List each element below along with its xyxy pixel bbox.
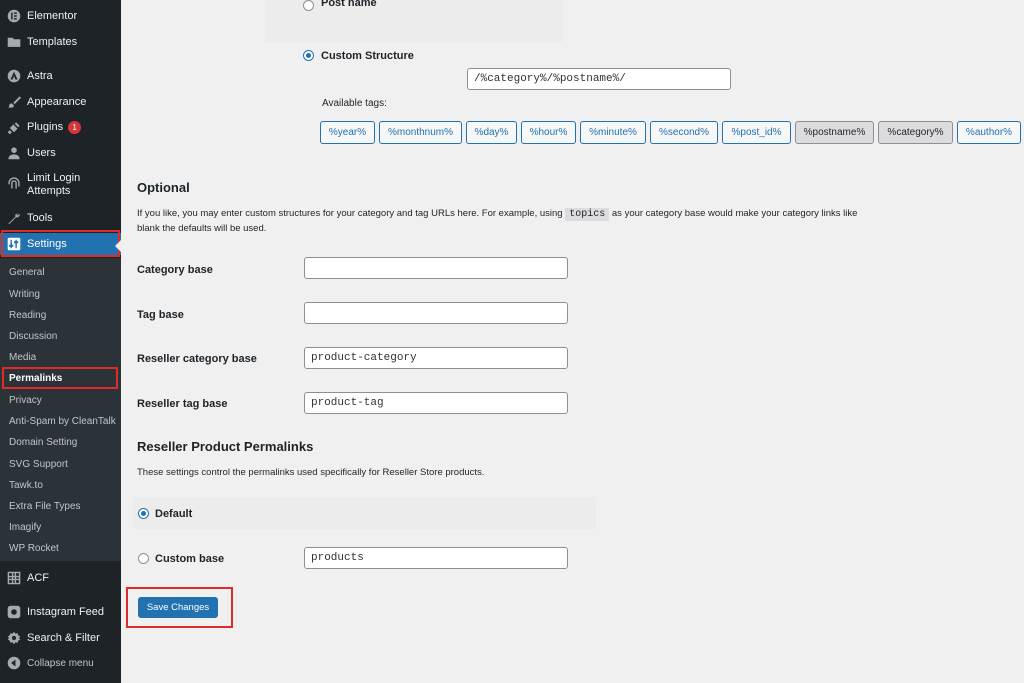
- menu-item-templates[interactable]: Templates: [0, 35, 121, 49]
- menu-item-elementor[interactable]: Elementor: [0, 9, 121, 23]
- menu-label: Instagram Feed: [27, 605, 105, 618]
- menu-label: ACF: [27, 571, 49, 584]
- optional-section-title: Optional: [137, 180, 190, 195]
- submenu-item-writing[interactable]: Writing: [9, 289, 40, 301]
- tag-button-minute[interactable]: %minute%: [580, 121, 646, 144]
- tag-base-input[interactable]: [304, 302, 568, 324]
- menu-item-plugins[interactable]: Plugins 1: [0, 120, 121, 135]
- menu-label: Search & Filter: [27, 631, 100, 644]
- submenu-item-discussion[interactable]: Discussion: [9, 331, 57, 343]
- tag-button-day[interactable]: %day%: [466, 121, 517, 144]
- highlight-outline-permalinks: [2, 367, 118, 389]
- optional-desc-text-a: If you like, you may enter custom struct…: [137, 208, 563, 219]
- gear-icon: [7, 631, 21, 645]
- menu-label: Tools: [27, 211, 53, 224]
- user-icon: [7, 146, 21, 160]
- menu-label-line2: Attempts: [27, 185, 71, 197]
- radio-post-name[interactable]: [303, 0, 314, 11]
- menu-item-users[interactable]: Users: [0, 146, 121, 160]
- menu-label: Astra: [27, 69, 53, 82]
- submenu-item-extra-file-types[interactable]: Extra File Types: [9, 501, 81, 513]
- menu-label: Appearance: [27, 95, 87, 108]
- custom-base-label: Custom base: [155, 553, 225, 565]
- menu-item-astra[interactable]: Astra: [0, 69, 121, 83]
- submenu-item-wp-rocket[interactable]: WP Rocket: [9, 543, 59, 555]
- astra-icon: [7, 69, 21, 83]
- menu-label: Elementor: [27, 9, 78, 22]
- menu-label: Collapse menu: [27, 657, 94, 669]
- settings-submenu: General Writing Reading Discussion Media…: [0, 258, 121, 561]
- submenu-item-reading[interactable]: Reading: [9, 310, 46, 322]
- plugin-icon: [7, 121, 21, 135]
- update-count-badge: 1: [68, 121, 82, 134]
- optional-desc-text-line2: blank the defaults will be used.: [137, 223, 267, 234]
- reseller-section-title: Reseller Product Permalinks: [137, 439, 314, 454]
- grid-icon: [7, 571, 21, 585]
- submenu-item-general[interactable]: General: [9, 267, 45, 279]
- reseller-category-base-label: Reseller category base: [137, 353, 257, 365]
- tag-button-postname[interactable]: %postname%: [795, 121, 874, 144]
- menu-item-acf[interactable]: ACF: [0, 571, 121, 585]
- available-tags-label: Available tags:: [322, 98, 387, 109]
- default-label: Default: [155, 508, 193, 520]
- paintbrush-icon: [7, 95, 21, 109]
- tag-button-category[interactable]: %category%: [878, 121, 953, 144]
- collapse-icon: [7, 656, 21, 670]
- submenu-item-privacy[interactable]: Privacy: [9, 395, 42, 407]
- menu-item-limit-login[interactable]: Limit Login Attempts: [0, 172, 121, 200]
- menu-item-instagram-feed[interactable]: Instagram Feed: [0, 605, 121, 619]
- optional-description: If you like, you may enter custom struct…: [137, 207, 1017, 236]
- tag-button-hour[interactable]: %hour%: [521, 121, 576, 144]
- submenu-item-imagify[interactable]: Imagify: [9, 522, 41, 534]
- menu-label: Plugins: [27, 121, 64, 133]
- menu-label: Users: [27, 146, 56, 159]
- radio-custom-structure[interactable]: [303, 50, 314, 61]
- elementor-icon: [7, 9, 21, 23]
- submenu-item-tawk[interactable]: Tawk.to: [9, 480, 43, 492]
- reseller-description: These settings control the permalinks us…: [137, 467, 485, 478]
- folder-icon: [7, 35, 21, 49]
- reseller-category-base-input[interactable]: product-category: [304, 347, 568, 369]
- tag-button-author[interactable]: %author%: [957, 121, 1021, 144]
- radio-custom-base[interactable]: [138, 553, 149, 564]
- reseller-tag-base-input[interactable]: product-tag: [304, 392, 568, 414]
- menu-item-search-filter[interactable]: Search & Filter: [0, 631, 121, 645]
- highlight-outline-save: [126, 587, 233, 628]
- collapse-menu-button[interactable]: Collapse menu: [0, 656, 121, 670]
- wrench-icon: [7, 211, 21, 225]
- menu-item-appearance[interactable]: Appearance: [0, 95, 121, 109]
- optional-desc-code: topics: [565, 208, 610, 221]
- tag-button-post-id[interactable]: %post_id%: [722, 121, 791, 144]
- post-name-label: Post name: [321, 0, 377, 9]
- tag-button-second[interactable]: %second%: [650, 121, 718, 144]
- custom-structure-input[interactable]: /%category%/%postname%/: [467, 68, 731, 90]
- main-content: Post name Custom Structure /%category%/%…: [121, 0, 1024, 683]
- custom-base-input[interactable]: products: [304, 547, 568, 569]
- menu-label: Templates: [27, 35, 78, 48]
- menu-item-tools[interactable]: Tools: [0, 211, 121, 225]
- custom-structure-label: Custom Structure: [321, 50, 414, 62]
- submenu-item-media[interactable]: Media: [9, 352, 36, 364]
- category-base-label: Category base: [137, 264, 213, 276]
- tag-button-year[interactable]: %year%: [320, 121, 375, 144]
- reseller-tag-base-label: Reseller tag base: [137, 398, 228, 410]
- tag-button-monthnum[interactable]: %monthnum%: [379, 121, 462, 144]
- admin-sidebar: Elementor Templates Astra Appearance Plu…: [0, 0, 121, 683]
- submenu-item-svg-support[interactable]: SVG Support: [9, 459, 68, 471]
- default-radio-panel: [133, 497, 596, 529]
- submenu-item-anti-spam[interactable]: Anti-Spam by CleanTalk: [9, 416, 116, 428]
- category-base-input[interactable]: [304, 257, 568, 279]
- highlight-outline-settings: [1, 230, 120, 257]
- tag-base-label: Tag base: [137, 309, 184, 321]
- menu-label: Limit Login Attempts: [27, 172, 80, 198]
- radio-default[interactable]: [138, 508, 149, 519]
- instagram-icon: [7, 605, 21, 619]
- fingerprint-icon: [7, 176, 21, 190]
- submenu-item-domain-setting[interactable]: Domain Setting: [9, 437, 77, 449]
- optional-desc-text-b: as your category base would make your ca…: [611, 208, 858, 219]
- menu-label-line1: Limit Login: [27, 172, 81, 184]
